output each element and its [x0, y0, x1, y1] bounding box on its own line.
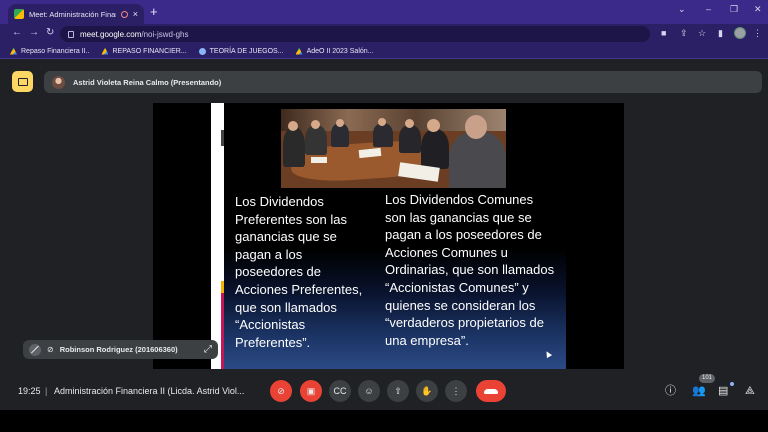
participants-count-badge: 101 — [699, 374, 716, 383]
raise-hand-button[interactable]: ✋ — [416, 380, 438, 402]
captions-icon: CC — [333, 386, 347, 396]
chat-icon[interactable]: ▤ — [718, 385, 728, 397]
mic-off-icon — [29, 343, 41, 356]
chat-notification-dot — [730, 382, 734, 386]
profile-avatar[interactable] — [734, 27, 746, 39]
mic-off-icon: ⊘ — [277, 385, 285, 396]
meeting-info-icon[interactable]: ⓘ — [665, 385, 676, 397]
address-bar[interactable]: meet.google.com/noi-jswd-ghs — [60, 26, 650, 42]
globe-icon — [198, 47, 206, 55]
people-icon[interactable]: 👥 — [692, 385, 706, 397]
presenter-avatar — [52, 75, 65, 89]
back-arrow-icon[interactable]: ← — [12, 27, 22, 39]
camera-in-use-icon[interactable]: ■ — [661, 28, 666, 38]
presenter-banner[interactable]: Astrid Violeta Reina Calmo (Presentando) — [44, 71, 762, 93]
tab-close-icon[interactable]: × — [133, 9, 138, 19]
new-tab-button[interactable]: + — [150, 5, 158, 19]
more-options-button[interactable]: ⋮ — [445, 380, 467, 402]
presentation-icon[interactable] — [12, 71, 33, 92]
slide-text-common-dividends: Los Dividendos Comunes son las ganancias… — [385, 192, 555, 348]
browser-tab[interactable]: Meet: Administración Financ × — [8, 4, 144, 24]
self-name: Robinson Rodriguez (201606360) — [59, 345, 178, 354]
present-now-button[interactable]: ⇧ — [387, 380, 409, 402]
tab-search-icon[interactable]: ⌄ — [678, 4, 686, 15]
side-panel-icon[interactable]: ▮ — [718, 28, 723, 38]
activities-icon[interactable]: ⟁ — [745, 385, 755, 397]
bookmark-item[interactable]: REPASO FINANCIER... — [101, 47, 187, 55]
drive-icon — [101, 47, 109, 55]
maximize-button[interactable]: ❐ — [730, 4, 738, 15]
present-screen-icon: ⇧ — [394, 385, 402, 396]
lock-icon — [68, 30, 74, 38]
captions-button[interactable]: CC — [329, 380, 351, 402]
self-view-tile[interactable]: ⊘ Robinson Rodriguez (201606360) ⤢ — [23, 340, 218, 359]
share-icon[interactable]: ⇪ — [680, 28, 688, 38]
reactions-button[interactable]: ☺ — [358, 380, 380, 402]
expand-icon[interactable]: ⤢ — [204, 344, 212, 355]
tab-title: Meet: Administración Financ — [29, 9, 116, 19]
bookmark-item[interactable]: Repaso Financiera II.. — [10, 47, 89, 55]
more-vert-icon: ⋮ — [451, 385, 461, 396]
camera-toggle-button[interactable]: ▣ — [300, 380, 322, 402]
camera-off-icon: ⊘ — [47, 345, 54, 354]
recording-icon — [120, 10, 128, 18]
minimize-button[interactable]: – — [706, 4, 711, 14]
bookmark-item[interactable]: TEORÍA DE JUEGOS... — [198, 47, 284, 55]
presenter-name: Astrid Violeta Reina Calmo (Presentando) — [73, 77, 222, 87]
end-call-button[interactable] — [476, 380, 506, 402]
drive-icon — [295, 47, 303, 55]
slide-side-strip — [211, 103, 224, 369]
phone-hangup-icon — [484, 388, 498, 394]
hand-icon: ✋ — [421, 385, 433, 396]
bookmarks-bar: Repaso Financiera II.. REPASO FINANCIER.… — [0, 44, 768, 59]
mic-toggle-button[interactable]: ⊘ — [270, 380, 292, 402]
close-window-button[interactable]: ✕ — [754, 4, 762, 15]
separator: | — [45, 386, 48, 396]
url-text: meet.google.com/noi-jswd-ghs — [80, 29, 189, 39]
reload-icon[interactable]: ↻ — [46, 27, 54, 39]
menu-kebab-icon[interactable]: ⋮ — [753, 28, 762, 38]
screen-footer — [0, 410, 768, 432]
boardroom-photo — [281, 109, 506, 188]
drive-icon — [10, 47, 17, 55]
clock: 19:25 — [18, 386, 41, 396]
meet-favicon-icon — [14, 9, 24, 19]
forward-arrow-icon[interactable]: → — [29, 27, 39, 39]
emoji-icon: ☺ — [364, 386, 374, 396]
camera-off-icon: ▣ — [306, 385, 316, 396]
bookmark-item[interactable]: AdeO II 2023 Salón... — [295, 47, 374, 55]
bookmark-star-icon[interactable]: ☆ — [698, 28, 706, 38]
meeting-title: Administración Financiera II (Licda. Ast… — [54, 386, 245, 396]
slide-text-preferred-dividends: Los Dividendos Preferentes son las ganan… — [235, 194, 363, 350]
